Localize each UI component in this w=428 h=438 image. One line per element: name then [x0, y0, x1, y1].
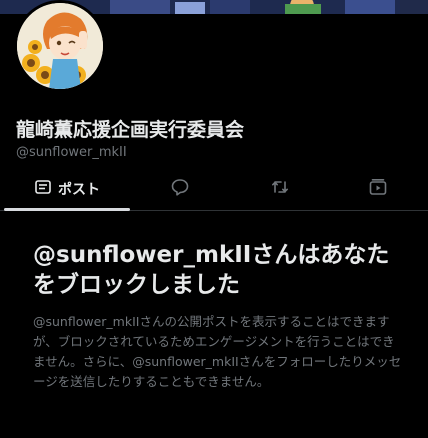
media-icon — [368, 177, 388, 201]
tab-reposts[interactable] — [250, 168, 310, 210]
tab-posts[interactable]: ポスト — [4, 168, 130, 211]
tab-media[interactable] — [348, 168, 408, 210]
profile-tabs: ポスト — [0, 168, 428, 211]
block-notice-title: @sunflower_mkIIさんはあなたをブロックしました — [33, 242, 390, 298]
repost-icon — [270, 177, 290, 201]
block-notice-description: @sunflower_mkIIさんの公開ポストを表示することはできますが、ブロッ… — [33, 314, 402, 389]
sunflower-avatar-icon — [17, 3, 103, 89]
avatar[interactable] — [14, 0, 106, 92]
tab-replies[interactable] — [150, 168, 210, 210]
posts-icon — [34, 178, 52, 200]
profile-display-name: 龍崎薫応援企画実行委員会 — [16, 119, 245, 141]
reply-icon — [170, 177, 190, 201]
profile-handle: @sunflower_mkII — [16, 145, 127, 160]
tab-posts-label: ポスト — [58, 182, 100, 198]
tab-active-indicator — [4, 208, 130, 211]
